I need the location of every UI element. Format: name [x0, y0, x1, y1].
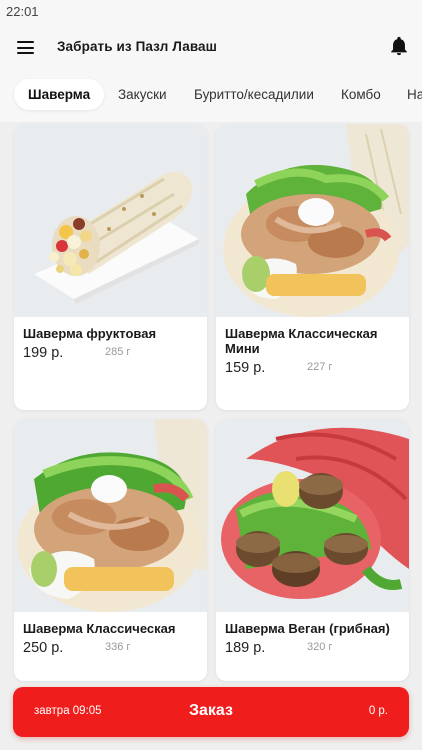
product-card[interactable]: Шаверма Классическая 250 р. 336 г: [14, 419, 207, 681]
product-name: Шаверма Классическая: [23, 621, 176, 636]
order-total: 0 р.: [368, 705, 388, 717]
status-time: 22:01: [6, 4, 39, 19]
app-bar: Забрать из Пазл Лаваш: [0, 24, 422, 70]
product-weight: 336 г: [105, 641, 131, 653]
product-image: [14, 124, 207, 317]
status-bar: 22:01: [0, 0, 422, 24]
product-weight: 320 г: [307, 641, 333, 653]
product-name: Шаверма Классическая Мини: [225, 326, 378, 356]
product-price: 199 р.: [23, 345, 64, 361]
product-price: 250 р.: [23, 640, 64, 656]
order-label: Заказ: [189, 702, 233, 719]
product-price: 159 р.: [225, 360, 266, 376]
product-weight: 285 г: [105, 346, 131, 358]
product-image: [14, 419, 207, 612]
product-price: 189 р.: [225, 640, 266, 656]
product-card[interactable]: Шаверма Классическая Мини 159 р. 227 г: [216, 124, 409, 410]
product-image: [216, 124, 409, 317]
product-card[interactable]: Шаверма Веган (грибная) 189 р. 320 г: [216, 419, 409, 681]
tab-burrito-quesadilla[interactable]: Буритто/кесадилии: [194, 79, 314, 110]
product-card[interactable]: Шаверма фруктовая 199 р. 285 г: [14, 124, 207, 410]
tab-drinks[interactable]: Напитки: [407, 79, 422, 110]
category-tabs: Шаверма Закуски Буритто/кесадилии Комбо …: [0, 70, 422, 122]
order-button[interactable]: завтра 09:05 Заказ 0 р.: [13, 687, 409, 737]
tab-shawarma[interactable]: Шаверма: [14, 79, 105, 110]
tab-combo[interactable]: Комбо: [341, 79, 381, 110]
product-name: Шаверма Веган (грибная): [225, 621, 390, 636]
bell-icon[interactable]: [388, 35, 410, 57]
hamburger-menu-icon[interactable]: [17, 41, 34, 54]
product-image: [216, 419, 409, 612]
pickup-location-title[interactable]: Забрать из Пазл Лаваш: [57, 39, 217, 54]
product-weight: 227 г: [307, 361, 333, 373]
product-name: Шаверма фруктовая: [23, 326, 157, 341]
tab-snacks[interactable]: Закуски: [118, 79, 167, 110]
